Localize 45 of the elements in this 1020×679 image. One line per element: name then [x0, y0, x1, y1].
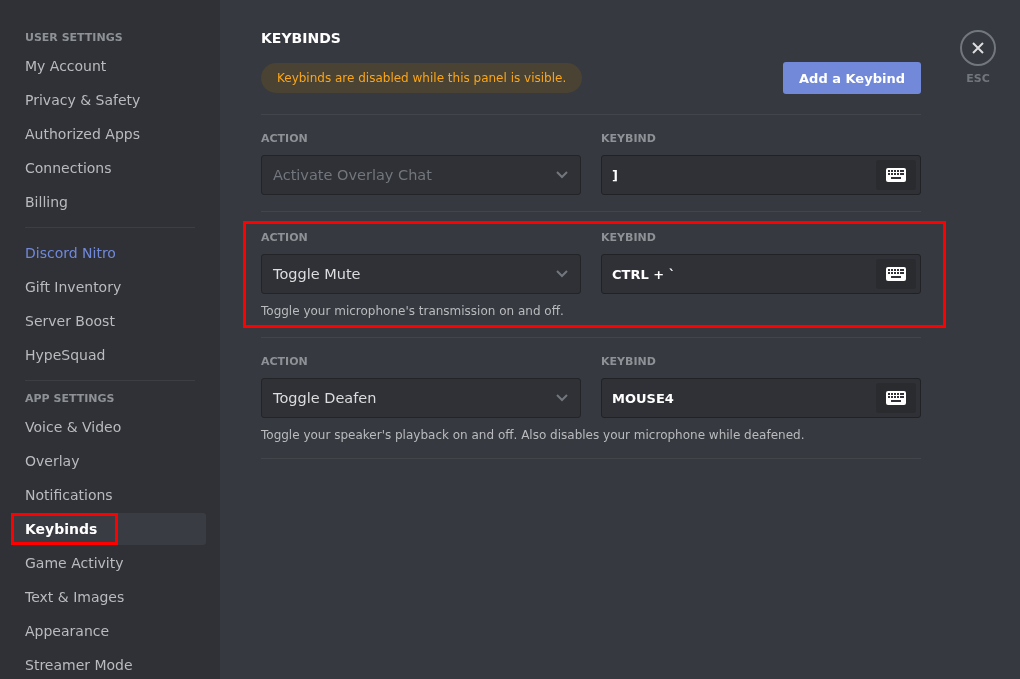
esc-label: ESC: [966, 72, 990, 85]
field-label: KEYBIND: [601, 231, 657, 244]
sidebar-item[interactable]: Game Activity: [14, 547, 206, 579]
sidebar-item[interactable]: Privacy & Safety: [14, 84, 206, 116]
sidebar-item[interactable]: Overlay: [14, 445, 206, 477]
section-header: APP SETTINGS: [24, 391, 116, 407]
chevron-down-icon: [556, 270, 568, 278]
sidebar-item[interactable]: Keybinds: [14, 513, 206, 545]
sidebar-item[interactable]: Connections: [14, 152, 206, 184]
keybind-field[interactable]: CTRL + `: [601, 254, 921, 294]
action-dropdown[interactable]: Toggle Deafen: [261, 378, 581, 418]
action-description: Toggle your microphone's transmission on and off.: [261, 304, 565, 318]
sidebar-item[interactable]: Server Boost: [14, 305, 206, 337]
highlight-frame: Keybinds: [14, 516, 116, 542]
keybind-field[interactable]: MOUSE4: [601, 378, 921, 418]
keyboard-icon: [886, 168, 906, 182]
sidebar-item[interactable]: Streamer Mode: [14, 649, 206, 679]
field-label: ACTION: [261, 231, 309, 244]
action-dropdown[interactable]: Toggle Mute: [261, 254, 581, 294]
close-icon: [970, 40, 986, 56]
warning-notice: Keybinds are disabled while this panel is visible.: [261, 63, 583, 93]
sidebar-item[interactable]: My Account: [14, 50, 206, 82]
sidebar-item[interactable]: Voice & Video: [14, 411, 206, 443]
keyboard-icon: [886, 267, 906, 281]
sidebar-item[interactable]: Discord Nitro: [14, 237, 206, 269]
action-description: Toggle your speaker's playback on and off. Also disables your microphone while deafened.: [261, 428, 806, 442]
sidebar-item[interactable]: Authorized Apps: [14, 118, 206, 150]
record-keybind-button[interactable]: [876, 259, 916, 289]
chevron-down-icon: [556, 171, 568, 179]
sidebar-item[interactable]: Appearance: [14, 615, 206, 647]
sidebar-item[interactable]: HypeSquad: [14, 339, 206, 371]
keyboard-icon: [886, 391, 906, 405]
record-keybind-button[interactable]: [876, 383, 916, 413]
page-title: KEYBINDS: [261, 30, 342, 46]
sidebar-item[interactable]: Notifications: [14, 479, 206, 511]
section-header: USER SETTINGS: [24, 30, 124, 46]
sidebar-item[interactable]: Billing: [14, 186, 206, 218]
chevron-down-icon: [556, 394, 568, 402]
field-label: KEYBIND: [601, 132, 657, 145]
field-label: KEYBIND: [601, 355, 657, 368]
sidebar-item[interactable]: Text & Images: [14, 581, 206, 613]
close-button[interactable]: [960, 30, 996, 66]
field-label: ACTION: [261, 132, 309, 145]
field-label: ACTION: [261, 355, 309, 368]
sidebar-item[interactable]: Gift Inventory: [14, 271, 206, 303]
